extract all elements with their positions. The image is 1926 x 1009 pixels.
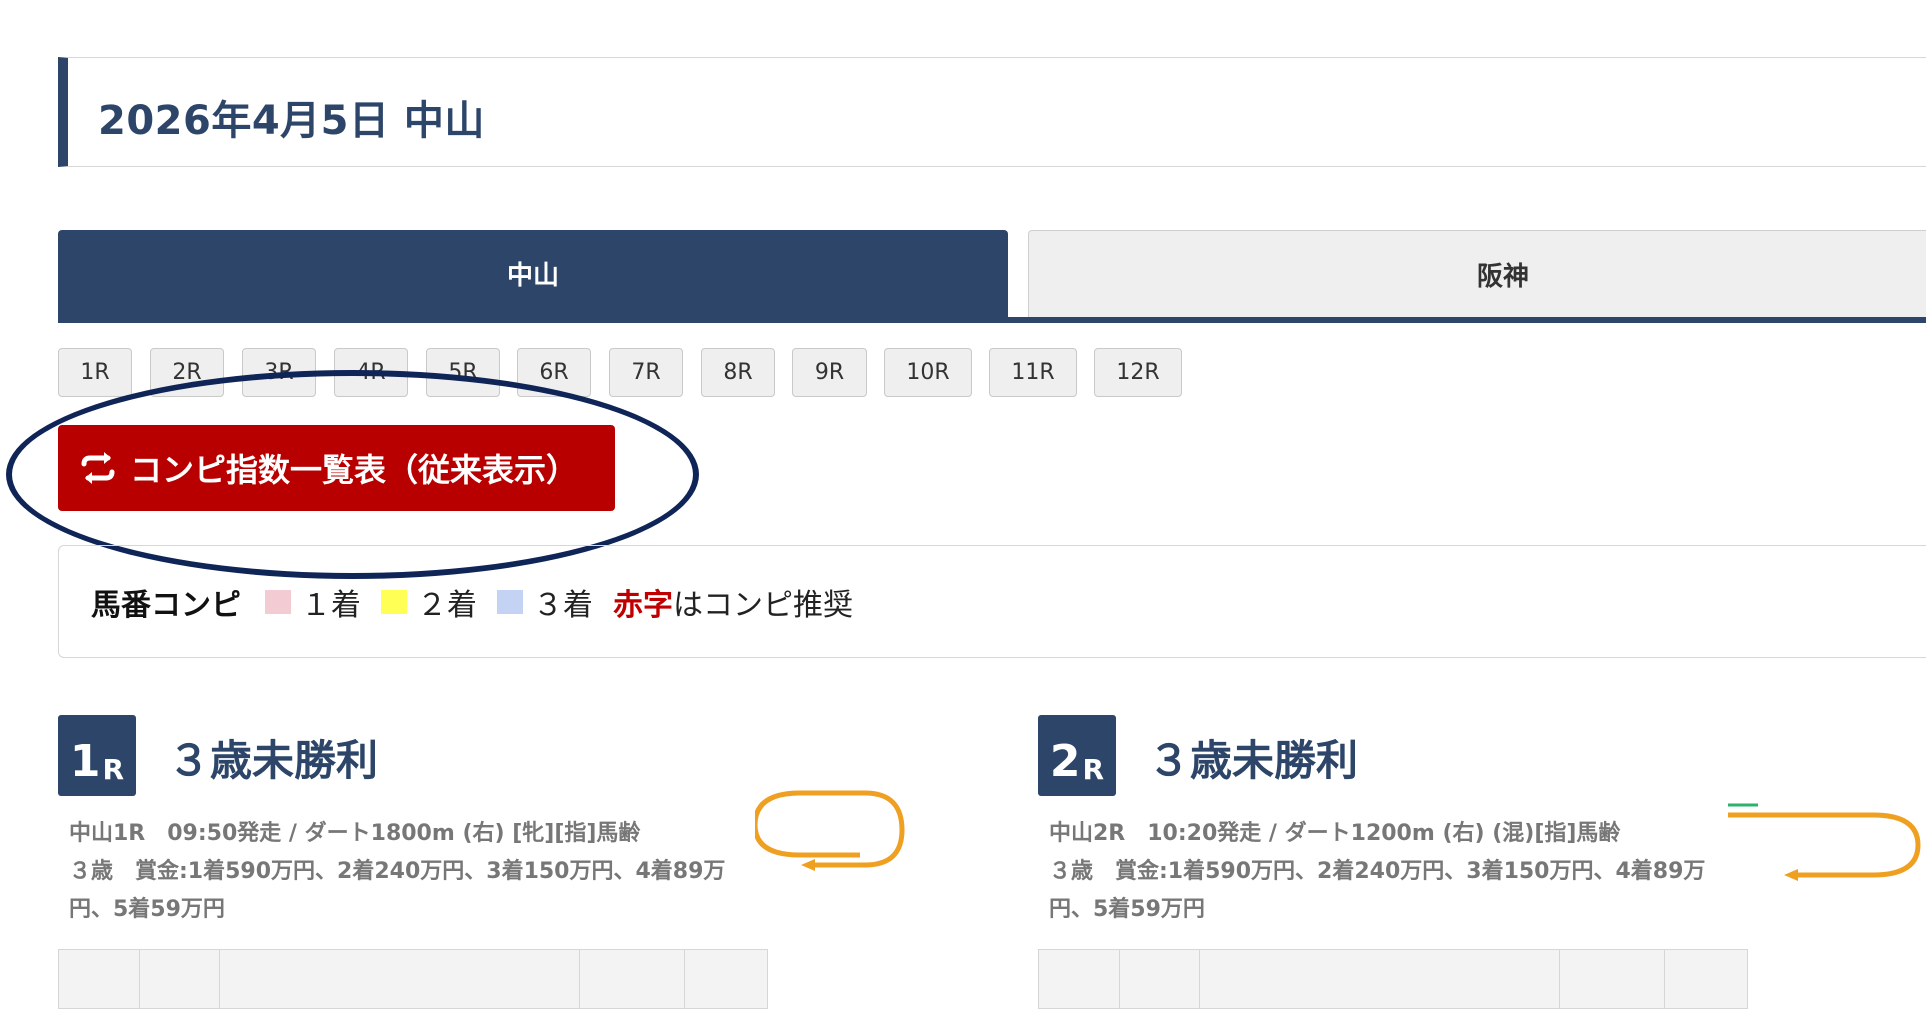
race-number: 2 [1049, 736, 1081, 787]
race-button-1r[interactable]: 1R [58, 348, 132, 397]
race-button-5r[interactable]: 5R [426, 348, 500, 397]
race-number-suffix: R [1082, 753, 1105, 786]
legend-suffix: はコンピ推奨 [673, 587, 853, 623]
page-header: 2026年4月5日 中山 [58, 57, 1926, 167]
race-meta-line1: 中山2R 10:20発走 / ダート1200m (右) (混)[指]馬齢 [1049, 821, 1621, 846]
course-loop-icon [1728, 803, 1921, 881]
legend-label-third: ３着 [533, 587, 593, 623]
race-meta-line2: ３歳 賞金:1着590万円、2着240万円、3着150万円、4着89万 [1049, 859, 1706, 884]
page-title: 2026年4月5日 中山 [98, 98, 485, 144]
course-loop-icon [755, 790, 905, 871]
legend-label-first: １着 [301, 587, 361, 623]
legend-box: 馬番コンピ １着 ２着 ３着 赤字 はコンピ推奨 [58, 545, 1926, 658]
race-card-1r: 1R ３歳未勝利 中山1R 09:50発走 / ダート1800m (右) [牝]… [58, 715, 1008, 1009]
race-number-badge: 1R [58, 715, 136, 796]
legend-item-first: １着 [265, 580, 361, 624]
race-number-badge: 2R [1038, 715, 1116, 796]
compi-button-label: コンピ指数一覧表（従来表示） [130, 451, 579, 489]
race-button-9r[interactable]: 9R [792, 348, 867, 397]
race-card-2r: 2R ３歳未勝利 中山2R 10:20発走 / ダート1200m (右) (混)… [1038, 715, 1926, 1009]
race-meta-line2: ３歳 賞金:1着590万円、2着240万円、3着150万円、4着89万 [69, 859, 726, 884]
race-meta: 中山1R 09:50発走 / ダート1800m (右) [牝][指]馬齢 ３歳 … [69, 815, 799, 929]
venue-tabs: 中山 阪神 [58, 230, 1926, 323]
race-table-header [1038, 949, 1748, 1009]
legend-title: 馬番コンピ [91, 587, 241, 623]
race-button-2r[interactable]: 2R [150, 348, 224, 397]
race-number-suffix: R [102, 753, 125, 786]
race-button-8r[interactable]: 8R [701, 348, 775, 397]
race-button-12r[interactable]: 12R [1094, 348, 1182, 397]
race-meta-line3: 円、5着59万円 [1049, 897, 1205, 922]
swap-arrows-icon [81, 452, 115, 484]
legend-swatch-third [497, 589, 523, 614]
race-number: 1 [69, 736, 101, 787]
race-meta-line1: 中山1R 09:50発走 / ダート1800m (右) [牝][指]馬齢 [69, 821, 641, 846]
race-meta: 中山2R 10:20発走 / ダート1200m (右) (混)[指]馬齢 ３歳 … [1049, 815, 1779, 929]
race-title[interactable]: ３歳未勝利 [1148, 727, 1358, 788]
race-button-11r[interactable]: 11R [989, 348, 1077, 397]
compi-index-list-button[interactable]: コンピ指数一覧表（従来表示） [58, 425, 615, 511]
legend-red-word: 赤字 [613, 587, 673, 623]
race-button-7r[interactable]: 7R [609, 348, 683, 397]
legend-label-second: ２着 [417, 587, 477, 623]
tab-hanshin[interactable]: 阪神 [1028, 230, 1926, 317]
race-meta-line3: 円、5着59万円 [69, 897, 225, 922]
legend-item-third: ３着 [497, 580, 593, 624]
race-button-3r[interactable]: 3R [242, 348, 316, 397]
legend-swatch-second [381, 589, 407, 614]
race-button-6r[interactable]: 6R [517, 348, 591, 397]
tab-nakayama[interactable]: 中山 [58, 230, 1008, 317]
race-table-header [58, 949, 768, 1009]
race-button-4r[interactable]: 4R [334, 348, 408, 397]
legend-item-second: ２着 [381, 580, 477, 624]
race-button-10r[interactable]: 10R [884, 348, 972, 397]
race-title[interactable]: ３歳未勝利 [168, 727, 378, 788]
legend-swatch-first [265, 589, 291, 614]
